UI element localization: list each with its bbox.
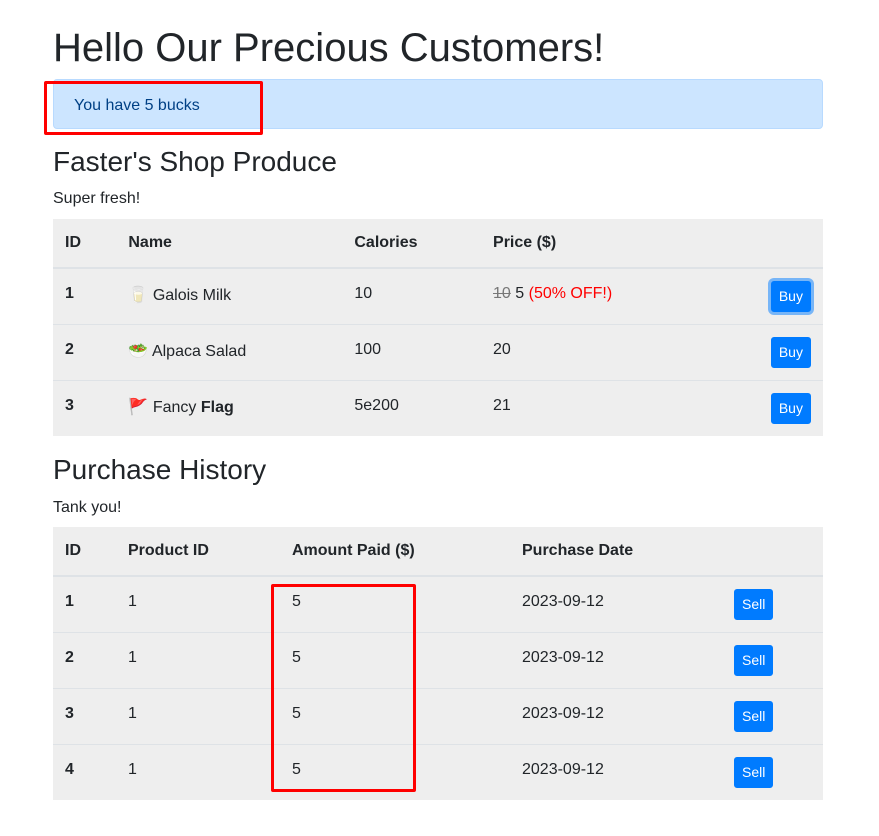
shop-subtitle: Super fresh!: [53, 190, 141, 207]
column-header-calories: Calories: [342, 219, 482, 269]
history-title: Purchase History: [53, 454, 267, 485]
column-header-id: ID: [53, 527, 116, 577]
annotation-highlight-amounts: [271, 584, 416, 792]
buy-button[interactable]: Buy: [770, 392, 811, 424]
column-header-id: ID: [53, 219, 117, 269]
product-calories: 100: [342, 323, 482, 380]
buy-button[interactable]: Buy: [770, 336, 811, 368]
sell-button[interactable]: Sell: [734, 644, 774, 676]
purchase-id: 2: [53, 631, 116, 688]
product-name-cell: 🥛 Galois Milk: [116, 267, 343, 324]
product-row: 3 🚩 Fancy Flag 5e200 21 Buy: [53, 379, 823, 436]
column-header-product-id: Product ID: [116, 527, 280, 577]
history-row: 4 1 5 2023-09-12 Sell: [53, 743, 823, 800]
product-name: Fancy: [152, 398, 197, 416]
product-name: Galois Milk: [152, 287, 232, 304]
purchase-id: 1: [53, 575, 116, 632]
column-header-date: Purchase Date: [510, 527, 722, 577]
history-table: ID Product ID Amount Paid ($) Purchase D…: [53, 527, 823, 800]
flag-icon: 🚩: [128, 398, 149, 416]
page-title: Hello Our Precious Customers!: [53, 26, 605, 70]
product-price: 21: [481, 379, 707, 436]
sell-button[interactable]: Sell: [734, 756, 774, 788]
purchase-date: 2023-09-12: [510, 575, 722, 632]
product-name: Alpaca Salad: [151, 342, 247, 360]
product-row: 2 🥗 Alpaca Salad 100 20 Buy: [53, 323, 823, 380]
price-original: 10: [493, 285, 511, 302]
purchase-product-id: 1: [116, 743, 280, 800]
buy-button[interactable]: Buy: [770, 281, 811, 312]
purchase-product-id: 1: [116, 631, 280, 688]
product-id: 2: [53, 323, 117, 380]
history-row: 3 1 5 2023-09-12 Sell: [53, 687, 823, 744]
product-name-bold: Flag: [200, 398, 234, 416]
product-price-cell: 10 5 (50% OFF!): [481, 267, 707, 324]
annotation-highlight-balance: [44, 81, 263, 135]
purchase-product-id: 1: [116, 687, 280, 744]
sell-button[interactable]: Sell: [734, 589, 774, 620]
product-name-cell: 🥗 Alpaca Salad: [116, 323, 343, 380]
salad-icon: 🥗: [128, 342, 149, 360]
product-price: 20: [481, 323, 707, 380]
purchase-id: 3: [53, 687, 116, 744]
sell-button[interactable]: Sell: [734, 700, 774, 732]
purchase-date: 2023-09-12: [510, 631, 722, 688]
column-header-amount: Amount Paid ($): [280, 527, 510, 577]
history-row: 1 1 5 2023-09-12 Sell: [53, 575, 823, 632]
price-current: 5: [515, 285, 525, 302]
discount-label: (50% OFF!): [528, 285, 613, 302]
column-header-price: Price ($): [481, 219, 707, 269]
purchase-date: 2023-09-12: [510, 687, 722, 744]
purchase-product-id: 1: [116, 575, 280, 632]
purchase-date: 2023-09-12: [510, 743, 722, 800]
product-row: 1 🥛 Galois Milk 10 10 5 (50% OFF!) Buy: [53, 267, 823, 324]
milk-icon: 🥛: [128, 287, 149, 304]
product-name-cell: 🚩 Fancy Flag: [116, 379, 343, 436]
table-header-row: ID Product ID Amount Paid ($) Purchase D…: [53, 527, 823, 577]
products-table: ID Name Calories Price ($) 1 🥛 Galois Mi…: [53, 219, 823, 436]
shop-title: Faster's Shop Produce: [53, 146, 337, 177]
purchase-id: 4: [53, 743, 116, 800]
product-id: 1: [53, 267, 117, 324]
history-subtitle: Tank you!: [53, 499, 122, 516]
product-calories: 10: [342, 267, 482, 324]
table-header-row: ID Name Calories Price ($): [53, 219, 823, 269]
history-row: 2 1 5 2023-09-12 Sell: [53, 631, 823, 688]
column-header-name: Name: [116, 219, 343, 269]
product-calories: 5e200: [342, 379, 482, 436]
product-id: 3: [53, 379, 117, 436]
